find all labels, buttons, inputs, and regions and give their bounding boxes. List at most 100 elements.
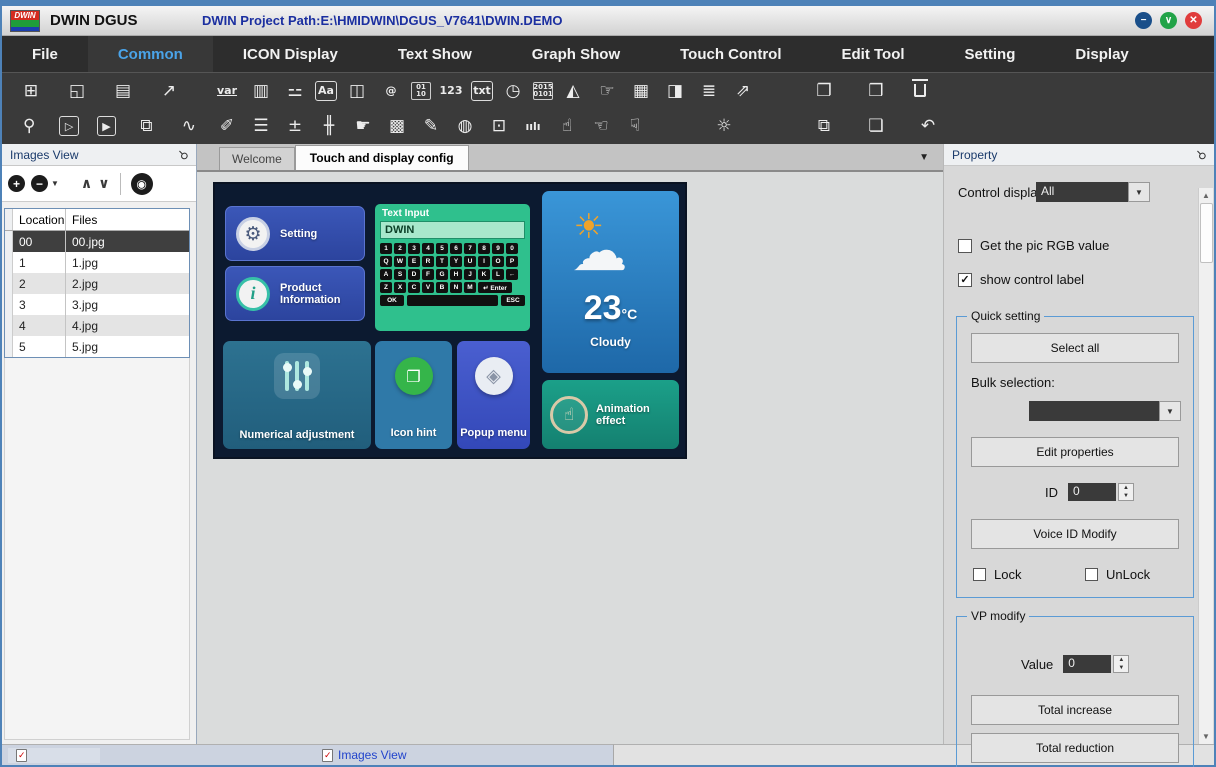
control-display-dropdown-icon[interactable]: ▼ (1128, 182, 1150, 202)
table-row[interactable]: 1 1.jpg (5, 252, 189, 273)
data-search-icon[interactable]: ⊡ (485, 113, 513, 139)
paste-icon[interactable]: ❒ (862, 78, 890, 104)
maximize-button[interactable]: ∨ (1160, 12, 1177, 29)
page-preview-image[interactable]: ⚙ Setting i ProductInformation Numerical… (213, 182, 687, 459)
property-scrollbar[interactable]: ▲ ▼ (1198, 188, 1213, 744)
move-up-button[interactable]: ∧ (81, 176, 92, 192)
number-display-icon[interactable]: 123 (437, 78, 465, 104)
value-field[interactable]: 0 (1063, 655, 1111, 673)
lock-checkbox[interactable]: Lock (973, 567, 1021, 582)
touch-slide-icon[interactable]: ☜ (587, 113, 615, 139)
icon-animation-icon[interactable]: ▥ (247, 78, 275, 104)
scroll-up-icon[interactable]: ▲ (1199, 188, 1214, 203)
export-icon[interactable]: ↗ (155, 78, 183, 104)
scrollbar-thumb[interactable] (1200, 203, 1213, 263)
table-row[interactable]: 00 00.jpg (5, 231, 189, 252)
table-row[interactable]: 3 3.jpg (5, 294, 189, 315)
close-button[interactable]: ✕ (1185, 12, 1202, 29)
pencil-edit-icon[interactable]: ✎ (417, 113, 445, 139)
control-display-label: Control display (958, 185, 1044, 200)
tab-list-dropdown-icon[interactable]: ▼ (919, 152, 929, 163)
doc-edit-icon[interactable]: ✐ (213, 113, 241, 139)
text-display-icon[interactable]: Aa (315, 81, 337, 101)
info-icon: i (236, 277, 270, 311)
total-increase-button[interactable]: Total increase (971, 695, 1179, 725)
minimize-button[interactable]: − (1135, 12, 1152, 29)
bulk-selection-select[interactable] (1029, 401, 1159, 421)
get-pic-rgb-checkbox[interactable]: Get the pic RGB value (958, 238, 1109, 253)
image-switch-icon[interactable]: ◨ (661, 78, 689, 104)
menu-touch-control[interactable]: Touch Control (650, 36, 811, 72)
screen-preview-icon[interactable]: ⧉ (134, 113, 158, 139)
total-reduction-button[interactable]: Total reduction (971, 733, 1179, 763)
doc-round-icon[interactable]: ◍ (451, 113, 479, 139)
preview-eye-button[interactable]: ◉ (131, 173, 153, 195)
data-rotation-icon[interactable]: @ (377, 78, 405, 104)
id-field[interactable]: 0 (1068, 483, 1116, 501)
dock-tab-1[interactable] (8, 748, 100, 763)
move-down-button[interactable]: ∨ (98, 176, 109, 192)
delete-icon[interactable] (914, 84, 926, 97)
remove-image-button[interactable]: − (31, 175, 48, 192)
menu-edit-tool[interactable]: Edit Tool (812, 36, 935, 72)
menu-graph-show[interactable]: Graph Show (502, 36, 650, 72)
bit-variable-icon[interactable]: 01 10 (411, 82, 431, 100)
menu-common[interactable]: Common (88, 36, 213, 72)
play-icon[interactable]: ▷ (59, 116, 78, 136)
menu-file[interactable]: File (2, 36, 88, 72)
add-image-button[interactable]: + (8, 175, 25, 192)
brightness-icon[interactable]: ☼ (710, 113, 738, 139)
bulk-selection-dropdown-icon[interactable]: ▼ (1159, 401, 1181, 421)
curve-icon[interactable]: ∿ (177, 113, 201, 139)
id-spinner[interactable]: ▲▼ (1118, 483, 1134, 501)
new-project-icon[interactable]: ⊞ (17, 78, 45, 104)
tab-welcome[interactable]: Welcome (219, 147, 295, 170)
slider-adjust-icon[interactable]: ╫ (315, 113, 343, 139)
touch-press-icon[interactable]: ☝ (553, 113, 581, 139)
copy-page-icon[interactable]: ⧉ (810, 113, 838, 139)
image-display-icon[interactable]: ◫ (343, 78, 371, 104)
list-display-icon[interactable]: ☰ (247, 113, 275, 139)
qr-code-icon[interactable]: ▦ (627, 78, 655, 104)
duplicate-page-icon[interactable]: ❏ (862, 113, 890, 139)
menu-display[interactable]: Display (1045, 36, 1158, 72)
clock-display-icon[interactable]: ◷ (499, 78, 527, 104)
roller-display-icon[interactable]: ≣ (695, 78, 723, 104)
date-display-icon[interactable]: 2015 0101 (533, 82, 553, 100)
undo-icon[interactable]: ↶ (914, 113, 942, 139)
control-display-select[interactable]: All (1036, 182, 1128, 202)
menu-text-show[interactable]: Text Show (368, 36, 502, 72)
touch-config-icon[interactable]: ☞ (593, 78, 621, 104)
menu-icon-display[interactable]: ICON Display (213, 36, 368, 72)
touch-drag-icon[interactable]: ☟ (621, 113, 649, 139)
dock-tab-images-view[interactable]: Images View (314, 747, 414, 763)
edit-properties-button[interactable]: Edit properties (971, 437, 1179, 467)
copy-icon[interactable]: ❐ (810, 78, 838, 104)
touch-action-icon[interactable]: ☛ (349, 113, 377, 139)
trend-curve-icon[interactable]: ⇗ (729, 78, 757, 104)
graph-shapes-icon[interactable]: ◭ (559, 78, 587, 104)
design-canvas[interactable]: ⚙ Setting i ProductInformation Numerical… (197, 172, 943, 744)
table-row[interactable]: 5 5.jpg (5, 336, 189, 357)
table-row[interactable]: 2 2.jpg (5, 273, 189, 294)
slider-display-icon[interactable]: ⚍ (281, 78, 309, 104)
value-spinner[interactable]: ▲▼ (1113, 655, 1129, 673)
tab-touch-and-display-config[interactable]: Touch and display config (295, 145, 469, 170)
remove-dropdown-icon[interactable]: ▼ (51, 179, 59, 188)
save-icon[interactable]: ◱ (63, 78, 91, 104)
print-icon[interactable]: ▤ (109, 78, 137, 104)
show-control-label-checkbox[interactable]: ✓ show control label (958, 272, 1084, 287)
table-row[interactable]: 4 4.jpg (5, 315, 189, 336)
variable-icon[interactable]: var (213, 78, 241, 104)
table-display-icon[interactable]: ▩ (383, 113, 411, 139)
search-doc-icon[interactable]: ⚲ (17, 113, 41, 139)
voice-id-modify-button[interactable]: Voice ID Modify (971, 519, 1179, 549)
text-file-icon[interactable]: txt (471, 81, 493, 101)
scroll-down-icon[interactable]: ▼ (1199, 729, 1214, 744)
plus-minus-icon[interactable]: ± (281, 113, 309, 139)
menu-setting[interactable]: Setting (935, 36, 1046, 72)
audio-wave-icon[interactable]: ıılı (519, 113, 547, 139)
video-play-icon[interactable]: ▶ (97, 116, 116, 136)
select-all-button[interactable]: Select all (971, 333, 1179, 363)
unlock-checkbox[interactable]: UnLock (1085, 567, 1150, 582)
